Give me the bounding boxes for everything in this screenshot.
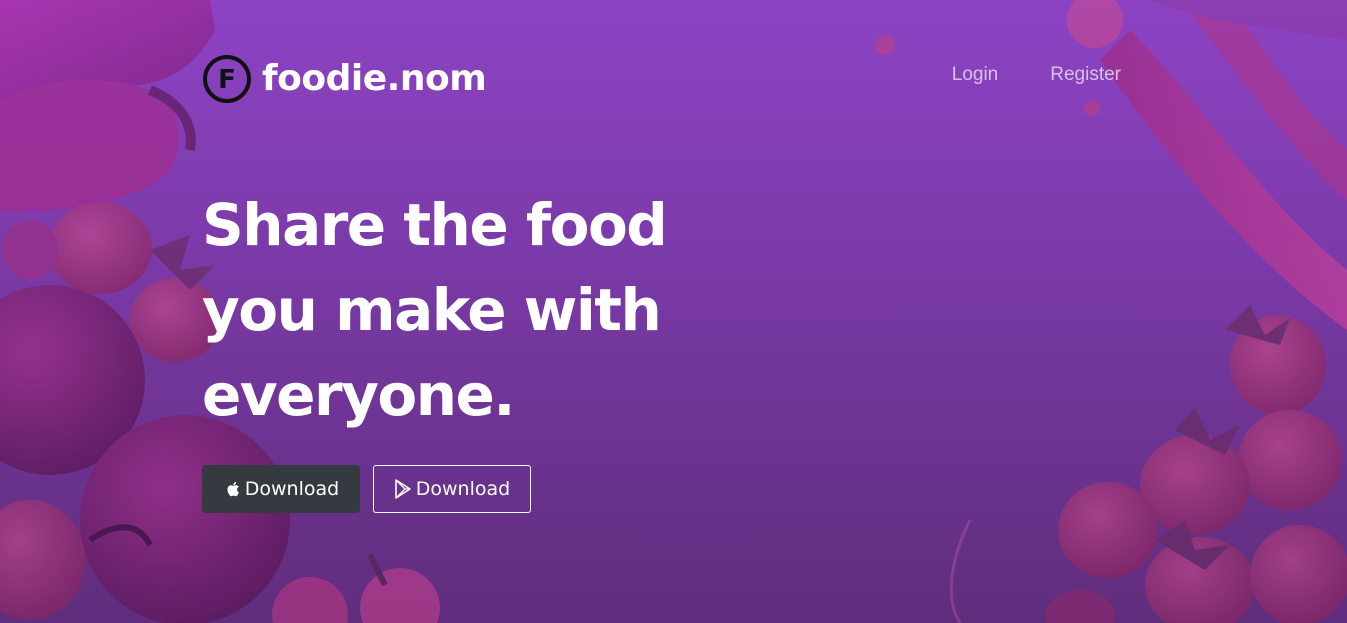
hero-section: F foodie.nom Login Register Share the fo… — [0, 0, 1347, 623]
svg-text:F: F — [218, 65, 236, 95]
brand-logo-link[interactable]: F foodie.nom — [202, 54, 487, 104]
logo-f-circle-icon: F — [203, 55, 251, 103]
google-play-download-button[interactable]: Download — [373, 465, 531, 513]
download-buttons: Download Download — [202, 465, 531, 513]
app-store-download-label: Download — [244, 478, 340, 500]
brand-name: foodie.nom — [262, 58, 487, 99]
apple-icon — [223, 479, 241, 499]
app-store-download-button[interactable]: Download — [202, 465, 360, 513]
google-play-icon — [394, 479, 412, 499]
top-nav: Login Register — [952, 64, 1121, 86]
login-link[interactable]: Login — [952, 64, 999, 86]
register-link[interactable]: Register — [1050, 64, 1121, 86]
google-play-download-label: Download — [415, 478, 511, 500]
hero-headline: Share the food you make with everyone. — [202, 191, 668, 429]
